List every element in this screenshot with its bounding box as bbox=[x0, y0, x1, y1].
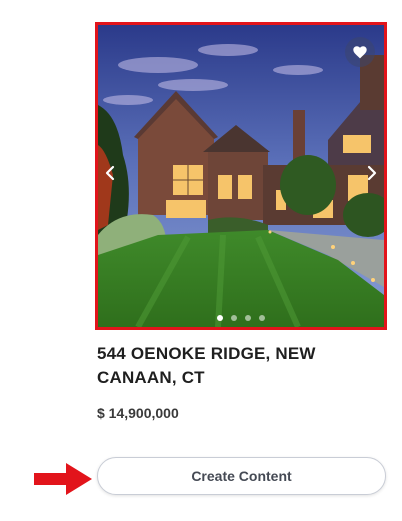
annotation-arrow-icon bbox=[34, 463, 92, 495]
carousel-prev-button[interactable] bbox=[102, 161, 118, 185]
listing-photo[interactable] bbox=[98, 25, 384, 327]
carousel-next-button[interactable] bbox=[364, 161, 380, 185]
listing-address[interactable]: 544 OENOKE RIDGE, NEW CANAAN, CT bbox=[97, 342, 367, 390]
carousel-dot[interactable] bbox=[259, 315, 265, 321]
listing-photo-carousel[interactable] bbox=[95, 22, 387, 330]
chevron-right-icon bbox=[367, 165, 377, 181]
address-line-1: 544 OENOKE RIDGE, NEW bbox=[97, 344, 316, 363]
listing-card: 544 OENOKE RIDGE, NEW CANAAN, CT $ 14,90… bbox=[0, 0, 402, 521]
chevron-left-icon bbox=[105, 165, 115, 181]
carousel-dot[interactable] bbox=[231, 315, 237, 321]
heart-icon bbox=[353, 46, 367, 59]
carousel-dot[interactable] bbox=[217, 315, 223, 321]
create-content-button[interactable]: Create Content bbox=[97, 457, 386, 495]
carousel-pagination bbox=[98, 315, 384, 321]
listing-price: $ 14,900,000 bbox=[97, 405, 179, 421]
favorite-button[interactable] bbox=[345, 37, 375, 67]
address-line-2: CANAAN, CT bbox=[97, 368, 205, 387]
carousel-dot[interactable] bbox=[245, 315, 251, 321]
